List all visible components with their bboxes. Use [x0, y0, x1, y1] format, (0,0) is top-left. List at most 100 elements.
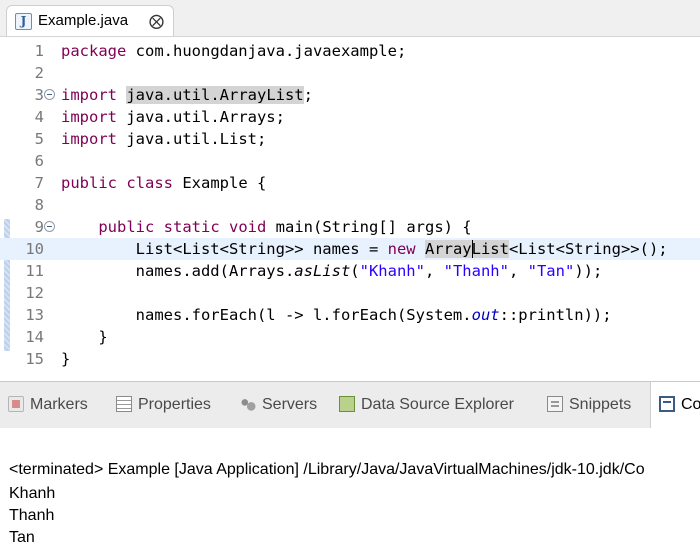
tab-servers-label: Servers [262, 396, 318, 413]
code-token: import [61, 130, 117, 148]
snippets-icon [547, 396, 563, 412]
code-token: Example { [173, 174, 267, 192]
console-output-line: Khanh [9, 485, 56, 502]
code-token: ; [303, 86, 313, 104]
line-number: 14 [25, 328, 44, 346]
code-token: ::println)); [499, 306, 612, 324]
code-token: import [61, 86, 117, 104]
console-output-line: Tan [9, 529, 35, 546]
code-text: names.forEach(l -> l.forEach(System.out:… [61, 304, 612, 326]
code-line[interactable]: 5 import java.util.List; [0, 128, 700, 150]
code-line[interactable]: 11 names.add(Arrays.asList("Khanh", "Tha… [0, 260, 700, 282]
code-token: , [424, 262, 444, 280]
tab-properties-label: Properties [138, 396, 211, 413]
code-token: } [61, 328, 108, 346]
servers-icon [240, 396, 256, 412]
close-icon[interactable]: ⨂ [149, 12, 164, 30]
code-token: , [508, 262, 528, 280]
editor-tab-example-java[interactable]: J Example.java ⨂ [6, 5, 174, 36]
code-text: import java.util.Arrays; [61, 106, 285, 128]
code-text: } [61, 348, 70, 370]
code-text: public class Example { [61, 172, 266, 194]
properties-icon [116, 396, 132, 412]
code-line[interactable]: 15} [0, 348, 700, 370]
code-token: import [61, 108, 117, 126]
line-number: 5 [34, 130, 44, 148]
code-text: } [61, 326, 108, 348]
code-line[interactable]: 10 List<List<String>> names = new ArrayL… [0, 238, 700, 260]
code-text: List<List<String>> names = new ArrayList… [61, 238, 668, 260]
tab-snippets-label: Snippets [569, 396, 632, 413]
line-number: 4 [34, 108, 44, 126]
code-token: void [229, 218, 267, 236]
code-line[interactable]: 1 package com.huongdanjava.javaexample; [0, 40, 700, 62]
console-view[interactable]: <terminated> Example [Java Application] … [0, 428, 700, 555]
code-token: "Tan" [527, 262, 575, 280]
line-number: 7 [34, 174, 44, 192]
code-token: names.add(Arrays. [61, 262, 295, 280]
line-number: 12 [25, 284, 44, 302]
code-text: names.add(Arrays.asList("Khanh", "Thanh"… [61, 260, 603, 282]
tab-markers[interactable]: Markers [8, 382, 88, 428]
code-token: ( [350, 262, 360, 280]
line-number: 2 [34, 64, 44, 82]
markers-icon [8, 396, 24, 412]
tab-properties[interactable]: Properties [116, 382, 211, 428]
code-line[interactable]: 7 public class Example { [0, 172, 700, 194]
code-token: public [61, 174, 117, 192]
code-token: List [471, 240, 509, 258]
code-token: new [387, 240, 416, 258]
code-line[interactable]: 9 public static void main(String[] args)… [0, 216, 700, 238]
collapse-icon[interactable] [44, 221, 55, 232]
code-token: )); [574, 262, 603, 280]
code-line[interactable]: 2 [0, 62, 700, 84]
code-text: import java.util.List; [61, 128, 266, 150]
code-line[interactable]: 8 [0, 194, 700, 216]
java-file-icon: J [15, 13, 32, 30]
code-token: } [61, 350, 71, 368]
console-status-line: <terminated> Example [Java Application] … [9, 461, 645, 478]
code-token: com.huongdanjava.javaexample; [126, 42, 407, 60]
code-editor[interactable]: 1 package com.huongdanjava.javaexample; 2 3… [0, 37, 700, 377]
tab-servers[interactable]: Servers [240, 382, 317, 428]
code-token: <List<String>>(); [508, 240, 668, 258]
line-number: 13 [25, 306, 44, 324]
code-line[interactable]: 3 import java.util.ArrayList; [0, 84, 700, 106]
code-token: main(String[] args) { [266, 218, 472, 236]
tab-data-source-explorer[interactable]: Data Source Explorer [339, 382, 514, 428]
code-token: "Thanh" [443, 262, 509, 280]
editor-tab-label: Example.java [38, 12, 129, 29]
console-output-line: Thanh [9, 507, 55, 524]
tab-console[interactable]: Co [650, 382, 700, 428]
collapse-icon[interactable] [44, 89, 55, 100]
editor-tab-bar: J Example.java ⨂ [0, 0, 700, 37]
line-number: 9 [34, 218, 44, 236]
code-token: java.util.ArrayList [126, 86, 304, 104]
line-number: 6 [34, 152, 44, 170]
code-line[interactable]: 13 names.forEach(l -> l.forEach(System.o… [0, 304, 700, 326]
console-icon [659, 396, 675, 412]
code-text: public static void main(String[] args) { [61, 216, 472, 238]
code-line[interactable]: 12 [0, 282, 700, 304]
code-line[interactable]: 6 [0, 150, 700, 172]
code-token: public [98, 218, 155, 236]
code-token: asList [294, 262, 351, 280]
tab-console-label: Co [681, 396, 700, 413]
code-token: "Khanh" [359, 262, 425, 280]
tab-data-source-explorer-label: Data Source Explorer [361, 396, 514, 413]
code-line[interactable]: 4 import java.util.Arrays; [0, 106, 700, 128]
line-number: 1 [34, 42, 44, 60]
tab-snippets[interactable]: Snippets [547, 382, 631, 428]
code-token: static [163, 218, 220, 236]
code-token: java.util.List; [117, 130, 267, 148]
code-line[interactable]: 14 } [0, 326, 700, 348]
line-number: 11 [25, 262, 44, 280]
line-number: 10 [25, 240, 44, 258]
code-token: out [471, 306, 500, 324]
line-number: 3 [34, 86, 44, 104]
code-token: package [61, 42, 127, 60]
